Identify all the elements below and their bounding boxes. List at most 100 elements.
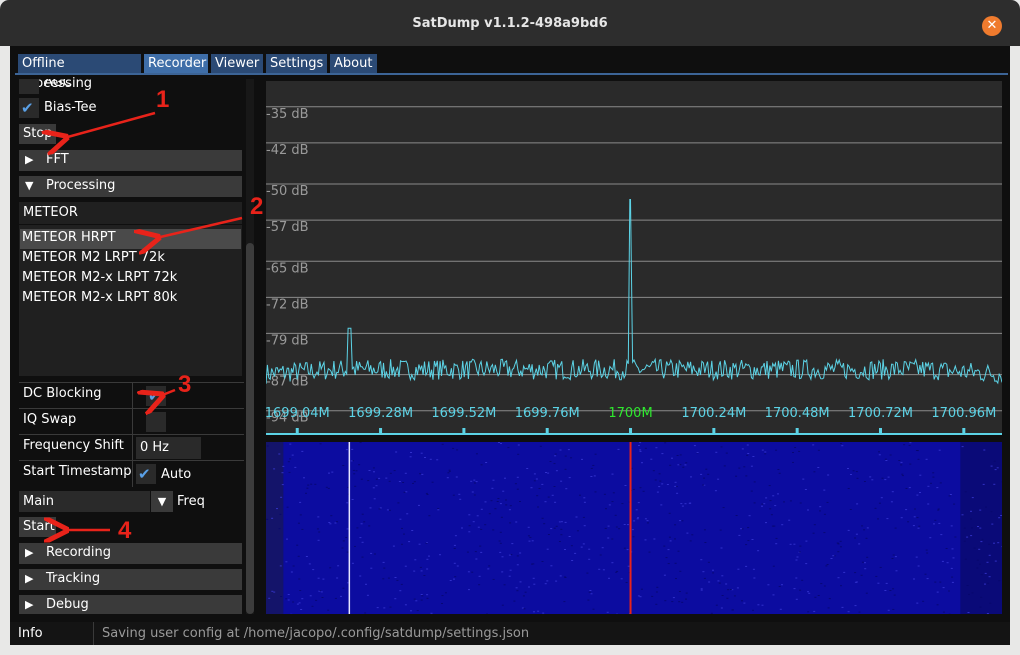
pipeline-list[interactable]: METEOR HRPT METEOR M2 LRPT 72k METEOR M2… — [19, 225, 242, 376]
scrollbar-thumb[interactable] — [246, 243, 254, 614]
waterfall-noise — [936, 604, 939, 606]
waterfall-noise — [359, 442, 362, 444]
waterfall-noise — [884, 458, 887, 460]
iq-swap-checkbox[interactable] — [146, 412, 166, 432]
waterfall-noise — [336, 521, 338, 523]
waterfall-noise — [375, 478, 378, 480]
waterfall-noise — [878, 454, 881, 456]
waterfall-noise — [296, 603, 299, 605]
waterfall-noise — [446, 477, 449, 479]
waterfall-noise — [827, 474, 830, 476]
waterfall-noise — [478, 575, 481, 577]
waterfall-noise — [342, 540, 345, 542]
waterfall-noise — [946, 562, 949, 564]
waterfall-noise — [607, 537, 610, 539]
waterfall-noise — [545, 472, 547, 473]
waterfall-noise — [473, 479, 476, 481]
waterfall-noise — [747, 527, 750, 529]
waterfall-noise — [745, 475, 748, 477]
waterfall-noise — [736, 587, 739, 589]
waterfall-noise — [328, 472, 330, 474]
frequency-shift-input[interactable]: 0 Hz — [136, 437, 201, 459]
pipeline-item[interactable]: METEOR M2-x LRPT 72k — [22, 270, 177, 285]
waterfall-noise — [879, 566, 882, 568]
stop-button[interactable]: Stop — [19, 124, 56, 144]
waterfall-noise — [590, 593, 593, 595]
waterfall-noise — [688, 502, 691, 504]
processing-header[interactable]: ▼ Processing — [19, 176, 242, 197]
waterfall-noise — [823, 532, 826, 534]
pipeline-item[interactable]: METEOR HRPT — [22, 230, 116, 245]
waterfall-noise — [627, 524, 629, 526]
waterfall-noise — [410, 452, 412, 453]
waterfall-noise — [916, 517, 919, 519]
fft-spectrum-plot[interactable]: -35 dB -42 dB -50 dB -57 dB -65 dB -72 dB -79 … — [266, 81, 1002, 435]
tab-offline-processing[interactable]: Offline processing — [18, 54, 141, 91]
recording-header[interactable]: ▶ Recording — [19, 543, 242, 564]
start-button[interactable]: Start — [19, 517, 56, 537]
dropdown-arrow-icon[interactable]: ▼ — [151, 491, 173, 512]
debug-header[interactable]: ▶ Debug — [19, 595, 242, 614]
title-bar[interactable]: SatDump v1.1.2-498a9bd6 ✕ — [0, 0, 1020, 46]
waterfall-noise — [468, 531, 471, 533]
pipeline-item[interactable]: METEOR M2-x LRPT 80k — [22, 290, 177, 305]
tab-about[interactable]: About — [330, 54, 377, 74]
waterfall-noise — [632, 536, 635, 538]
waterfall-noise — [858, 611, 861, 613]
waterfall-noise — [1001, 481, 1002, 483]
waterfall-noise — [764, 453, 767, 455]
waterfall-noise — [885, 460, 888, 461]
pipeline-search-value: METEOR — [23, 205, 78, 220]
tracking-header[interactable]: ▶ Tracking — [19, 569, 242, 590]
waterfall-noise — [808, 592, 811, 594]
waterfall-noise — [661, 453, 664, 455]
waterfall-noise — [580, 546, 583, 548]
waterfall-noise — [710, 612, 713, 614]
fft-header[interactable]: ▶ FFT — [19, 150, 242, 171]
waterfall-noise — [970, 535, 973, 537]
left-panel-scrollbar[interactable] — [246, 79, 254, 614]
waterfall-noise — [761, 503, 764, 505]
vfo-select[interactable]: Main — [19, 491, 150, 512]
check-icon: ✔ — [148, 387, 161, 405]
waterfall-noise — [542, 612, 545, 614]
waterfall-noise — [287, 599, 290, 601]
close-icon[interactable]: ✕ — [982, 16, 1002, 36]
waterfall-noise — [394, 577, 397, 578]
waterfall-noise — [533, 480, 536, 482]
waterfall-noise — [707, 561, 710, 563]
waterfall-noise — [900, 517, 903, 519]
waterfall-noise — [514, 483, 517, 485]
waterfall-noise — [560, 521, 563, 523]
waterfall-noise — [765, 497, 768, 499]
waterfall-noise — [322, 578, 325, 580]
waterfall-noise — [778, 586, 781, 587]
tab-recorder[interactable]: Recorder — [144, 54, 208, 74]
agc-checkbox[interactable] — [19, 79, 39, 94]
recorder-settings-panel[interactable]: AGC ✔ Bias-Tee Stop ▶ FFT ▼ Processing M… — [10, 79, 258, 614]
waterfall-noise — [788, 519, 791, 521]
waterfall-noise — [499, 503, 502, 505]
waterfall-background — [266, 442, 1002, 614]
waterfall-noise — [472, 521, 475, 523]
waterfall-noise — [767, 584, 770, 586]
waterfall-noise — [590, 467, 593, 469]
waterfall-noise — [847, 611, 850, 613]
auto-checkbox[interactable]: ✔ — [136, 464, 156, 484]
tab-viewer[interactable]: Viewer — [211, 54, 263, 74]
dc-blocking-checkbox[interactable]: ✔ — [146, 386, 166, 406]
waterfall-noise — [909, 463, 912, 465]
waterfall-noise — [875, 575, 878, 577]
waterfall-noise — [501, 571, 504, 573]
bias-tee-checkbox[interactable]: ✔ — [19, 98, 39, 118]
pipeline-item[interactable]: METEOR M2 LRPT 72k — [22, 250, 165, 265]
waterfall-display[interactable] — [266, 442, 1002, 614]
pipeline-search-input[interactable]: METEOR — [19, 202, 242, 224]
waterfall-noise — [508, 509, 511, 511]
tab-settings[interactable]: Settings — [266, 54, 327, 74]
waterfall-noise — [639, 487, 642, 489]
waterfall-noise — [625, 582, 628, 583]
waterfall-noise — [738, 467, 741, 469]
x-tick-label: 1699.04M — [266, 406, 330, 421]
waterfall-noise — [499, 542, 502, 544]
